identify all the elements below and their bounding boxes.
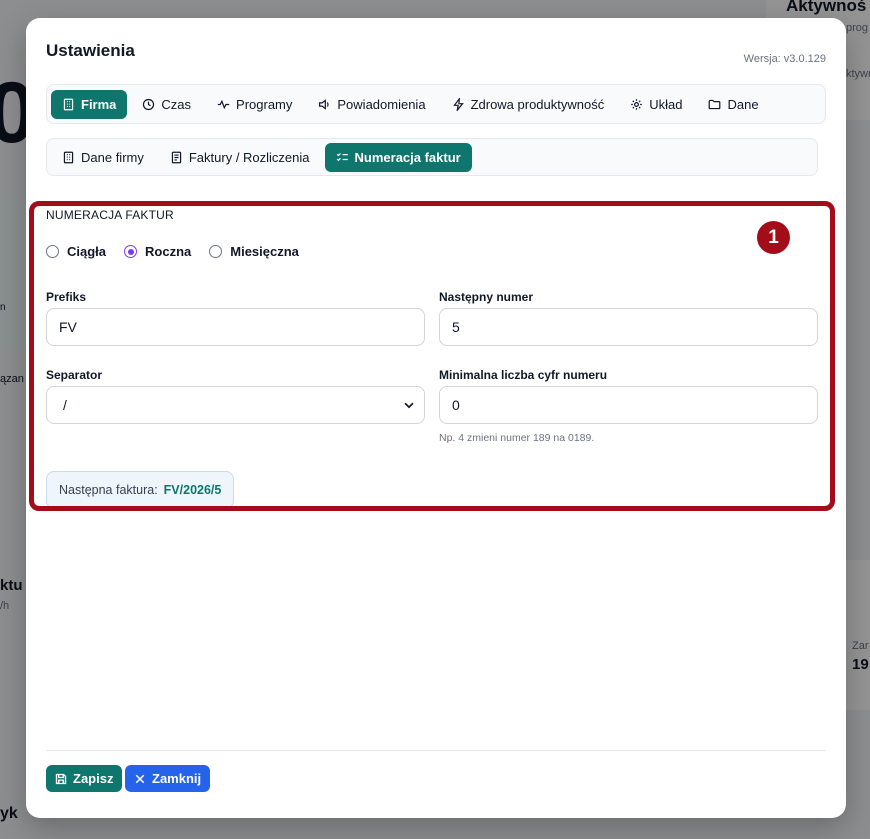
subtab-label: Numeracja faktur (354, 149, 461, 165)
building-icon (63, 151, 74, 163)
min-digits-label: Minimalna liczba cyfr numeru (439, 368, 608, 382)
radio-label: Miesięczna (230, 244, 299, 259)
tab-label: Zdrowa produktywność (470, 96, 605, 112)
prefix-input[interactable] (46, 308, 425, 346)
folder-icon (709, 99, 721, 109)
next-invoice-preview: Następna faktura: FV/2026/5 (46, 471, 235, 509)
tab-label: Firma (81, 96, 117, 112)
list-check-icon (336, 152, 348, 161)
radio-ciagla[interactable]: Ciągła (46, 244, 106, 259)
separator-value: / (63, 397, 67, 413)
close-label: Zamknij (152, 771, 202, 786)
radio-button[interactable] (46, 245, 59, 258)
clock-icon (143, 98, 155, 110)
numbering-mode-group: Ciągła Roczna Miesięczna (46, 244, 299, 259)
save-label: Zapisz (73, 771, 114, 786)
subtab-dane-firmy[interactable]: Dane firmy (51, 143, 155, 172)
separator-label: Separator (46, 368, 103, 382)
preview-value: FV/2026/5 (163, 483, 222, 497)
close-icon (135, 774, 145, 783)
radio-label: Roczna (145, 244, 192, 259)
settings-modal: Ustawienia Wersja: v3.0.129 Firma Czas P… (26, 18, 846, 818)
tab-firma[interactable]: Firma (51, 89, 128, 119)
document-icon (171, 151, 182, 163)
next-number-label: Następny numer (439, 290, 534, 304)
tab-label: Czas (161, 96, 192, 112)
save-button[interactable]: Zapisz (46, 765, 123, 792)
modal-title: Ustawienia (46, 41, 135, 60)
chevron-down-icon (404, 402, 414, 409)
building-icon (63, 98, 74, 110)
prefix-label: Prefiks (46, 290, 87, 304)
bolt-icon (452, 97, 464, 111)
tab-powiadomienia[interactable]: Powiadomienia (307, 90, 436, 119)
speaker-icon (319, 98, 329, 110)
preview-label: Następna faktura: (59, 483, 158, 497)
annotation-badge: 1 (757, 221, 790, 254)
footer-divider (46, 750, 826, 751)
gear-icon (631, 98, 643, 110)
next-number-input[interactable] (439, 308, 818, 346)
sub-tabs: Dane firmy Faktury / Rozliczenia Numerac… (46, 138, 818, 176)
tab-dane[interactable]: Dane (697, 90, 769, 119)
save-icon (55, 773, 67, 784)
radio-button[interactable] (124, 245, 138, 258)
version-label: Wersja: v3.0.129 (743, 53, 826, 65)
tab-label: Układ (649, 96, 683, 112)
min-digits-hint: Np. 4 zmieni numer 189 na 0189. (439, 432, 595, 444)
invoice-numbering-section: NUMERACJA FAKTUR Ciągła Roczna Miesięczn… (46, 208, 826, 509)
min-digits-input[interactable] (439, 386, 818, 424)
radio-miesieczna[interactable]: Miesięczna (209, 244, 299, 259)
radio-roczna[interactable]: Roczna (124, 244, 191, 259)
tab-label: Dane (727, 96, 759, 112)
tab-zdrowa-produktywnosc[interactable]: Zdrowa produktywność (441, 90, 616, 119)
main-tabs: Firma Czas Programy Powiadomienia Zdrowa… (46, 84, 826, 124)
radio-label: Ciągła (67, 244, 107, 259)
subtab-numeracja-faktur[interactable]: Numeracja faktur (324, 142, 472, 172)
separator-select[interactable]: / (46, 386, 425, 424)
tab-programy[interactable]: Programy (206, 90, 303, 119)
section-title: NUMERACJA FAKTUR (46, 208, 174, 222)
radio-button[interactable] (209, 245, 223, 258)
tab-label: Powiadomienia (337, 96, 426, 112)
subtab-label: Dane firmy (81, 149, 144, 165)
tab-czas[interactable]: Czas (131, 90, 202, 119)
activity-icon (217, 99, 230, 109)
tab-uklad[interactable]: Układ (619, 90, 693, 119)
subtab-faktury-rozliczenia[interactable]: Faktury / Rozliczenia (159, 143, 321, 172)
subtab-label: Faktury / Rozliczenia (188, 149, 310, 165)
tab-label: Programy (236, 96, 293, 112)
close-button[interactable]: Zamknij (125, 765, 211, 792)
